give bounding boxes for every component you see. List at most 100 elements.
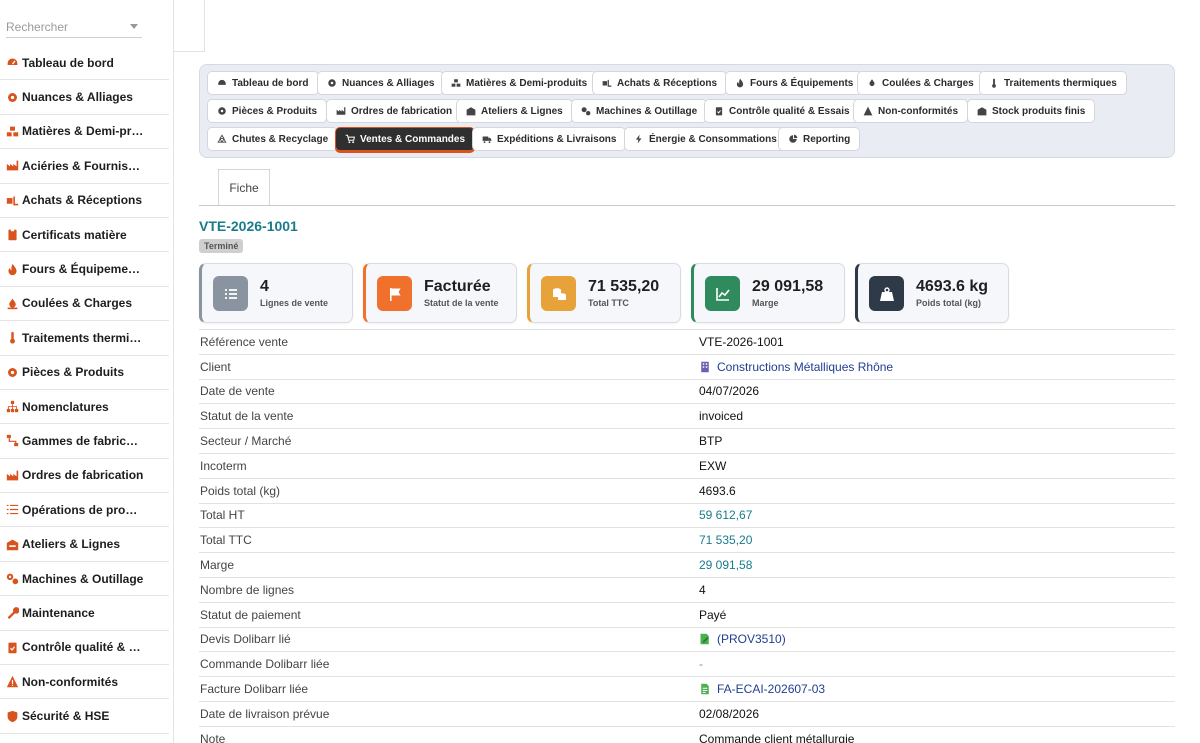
sidebar-item-traitements[interactable]: Traitements thermiq…: [0, 321, 169, 356]
gear-icon: [5, 90, 19, 104]
tab-label: Ordres de fabrication: [351, 105, 453, 117]
sidebar-item-non-conformites[interactable]: Non-conformités: [0, 665, 169, 700]
tab-non-conformites[interactable]: Non-conformités: [853, 99, 968, 123]
module-tabs: Tableau de bord Nuances & Alliages Matiè…: [199, 64, 1175, 158]
sidebar-item-gammes[interactable]: Gammes de fabricati…: [0, 424, 169, 459]
tab-traitements[interactable]: Traitements thermiques: [979, 71, 1127, 95]
sidebar-item-nomenclatures[interactable]: Nomenclatures: [0, 390, 169, 425]
tab-nuances[interactable]: Nuances & Alliages: [317, 71, 445, 95]
table-row: Facture Dolibarr liée FA-ECAI-202607-03: [199, 676, 1175, 701]
gears-icon: [5, 572, 19, 586]
tab-chutes[interactable]: Chutes & Recyclage: [207, 127, 339, 151]
sidebar-item-tableau-de-bord[interactable]: Tableau de bord: [0, 46, 169, 81]
file-signature-icon: [699, 633, 711, 645]
client-link[interactable]: Constructions Métalliques Rhône: [699, 360, 893, 374]
devis-link[interactable]: (PROV3510): [699, 632, 786, 646]
search-select[interactable]: Rechercher: [6, 16, 142, 38]
file-invoice-icon: [699, 683, 711, 695]
flag-icon: [377, 276, 412, 311]
tab-achats[interactable]: Achats & Réceptions: [592, 71, 728, 95]
sidebar-item-label: Nuances & Alliages: [22, 90, 133, 105]
factory-icon: [5, 159, 19, 173]
sidebar-item-coulees[interactable]: Coulées & Charges: [0, 287, 169, 322]
gears-icon: [581, 106, 591, 116]
sidebar-item-label: Opérations de produ…: [22, 502, 144, 517]
tab-ordres[interactable]: Ordres de fabrication: [326, 99, 463, 123]
sidebar-item-ordres[interactable]: Ordres de fabrication: [0, 459, 169, 494]
facture-link[interactable]: FA-ECAI-202607-03: [699, 682, 825, 696]
sidebar-item-controle[interactable]: Contrôle qualité & E…: [0, 631, 169, 666]
tab-energie[interactable]: Énergie & Consommations: [624, 127, 787, 151]
shield-icon: [5, 709, 19, 723]
field-label: Date de livraison prévue: [200, 706, 330, 721]
field-label: Date de vente: [200, 384, 275, 399]
tab-tableau-de-bord[interactable]: Tableau de bord: [207, 71, 319, 95]
wrench-icon: [5, 606, 19, 620]
top-corner-box: [174, 0, 205, 52]
tab-label: Chutes & Recyclage: [232, 133, 329, 145]
sidebar-item-label: Aciéries & Fournisse…: [22, 158, 144, 173]
sidebar-item-matieres[interactable]: Matières & Demi-pro…: [0, 115, 169, 150]
tab-controle[interactable]: Contrôle qualité & Essais: [704, 99, 860, 123]
coins-icon: [541, 276, 576, 311]
tab-coulees[interactable]: Coulées & Charges: [857, 71, 984, 95]
sidebar-item-certificats[interactable]: Certificats matière: [0, 218, 169, 253]
table-row: Nombre de lignes 4: [199, 576, 1175, 602]
sidebar-item-label: Coulées & Charges: [22, 296, 133, 311]
sidebar-item-ateliers[interactable]: Ateliers & Lignes: [0, 527, 169, 562]
table-row: Secteur / Marché BTP: [199, 428, 1175, 453]
clipboard-icon: [5, 228, 19, 242]
industry-icon: [336, 106, 346, 116]
tab-machines[interactable]: Machines & Outillage: [571, 99, 708, 123]
tab-pieces[interactable]: Pièces & Produits: [207, 99, 328, 123]
cog-icon: [5, 365, 19, 379]
bolt-icon: [634, 134, 644, 144]
tab-label: Achats & Réceptions: [617, 77, 718, 89]
table-row: Client Constructions Métalliques Rhône: [199, 353, 1175, 379]
chevron-down-icon[interactable]: [130, 24, 138, 29]
field-label: Total TTC: [200, 533, 252, 548]
sidebar-item-label: Non-conformités: [22, 674, 118, 689]
sidebar-item-maintenance[interactable]: Maintenance: [0, 596, 169, 631]
sidebar-item-nuances[interactable]: Nuances & Alliages: [0, 80, 169, 115]
kpi-value: 29 091,58: [752, 278, 824, 295]
fire-icon: [735, 78, 745, 88]
tab-ateliers[interactable]: Ateliers & Lignes: [456, 99, 573, 123]
kpi-card-poids: 4693.6 kg Poids total (kg): [855, 263, 1009, 323]
truck-icon: [482, 134, 492, 144]
status-badge: Terminé: [199, 239, 244, 253]
sidebar-item-label: Contrôle qualité & E…: [22, 640, 144, 655]
tab-label: Matières & Demi-produits: [466, 77, 588, 89]
sidebar-item-operations[interactable]: Opérations de produ…: [0, 493, 169, 528]
table-row: Référence vente VTE-2026-1001: [199, 329, 1175, 354]
chart-line-icon: [705, 276, 740, 311]
sidebar-item-securite[interactable]: Sécurité & HSE: [0, 699, 169, 734]
diagram-icon: [5, 434, 19, 448]
field-label: Marge: [200, 558, 235, 573]
tab-fours[interactable]: Fours & Équipements: [725, 71, 864, 95]
table-row: Incoterm EXW: [199, 452, 1175, 478]
sidebar-item-machines[interactable]: Machines & Outillage: [0, 562, 169, 597]
sidebar-item-pieces[interactable]: Pièces & Produits: [0, 356, 169, 390]
fire-burner-icon: [867, 78, 877, 88]
table-row: Statut de la vente invoiced: [199, 403, 1175, 428]
table-row: Commande Dolibarr liée -: [199, 651, 1175, 676]
sidebar-item-acieries[interactable]: Aciéries & Fournisse…: [0, 149, 169, 184]
sidebar-item-label: Machines & Outillage: [22, 571, 144, 586]
weight-icon: [869, 276, 904, 311]
tab-ventes[interactable]: Ventes & Commandes: [335, 127, 476, 151]
tab-label: Tableau de bord: [232, 77, 309, 89]
tab-reporting[interactable]: Reporting: [778, 127, 861, 151]
sidebar-item-label: Maintenance: [22, 605, 95, 620]
tab-matieres[interactable]: Matières & Demi-produits: [441, 71, 598, 95]
tab-label: Machines & Outillage: [596, 105, 698, 117]
tab-expeditions[interactable]: Expéditions & Livraisons: [472, 127, 627, 151]
field-value: 4: [699, 582, 706, 597]
sidebar-item-fours[interactable]: Fours & Équipements: [0, 252, 169, 287]
tab-label: Ventes & Commandes: [360, 133, 466, 145]
tab-stock[interactable]: Stock produits finis: [967, 99, 1096, 123]
building-icon: [699, 361, 711, 373]
field-label: Facture Dolibarr liée: [200, 682, 309, 697]
tab-fiche[interactable]: Fiche: [218, 169, 270, 206]
sidebar-item-achats[interactable]: Achats & Réceptions: [0, 184, 169, 218]
